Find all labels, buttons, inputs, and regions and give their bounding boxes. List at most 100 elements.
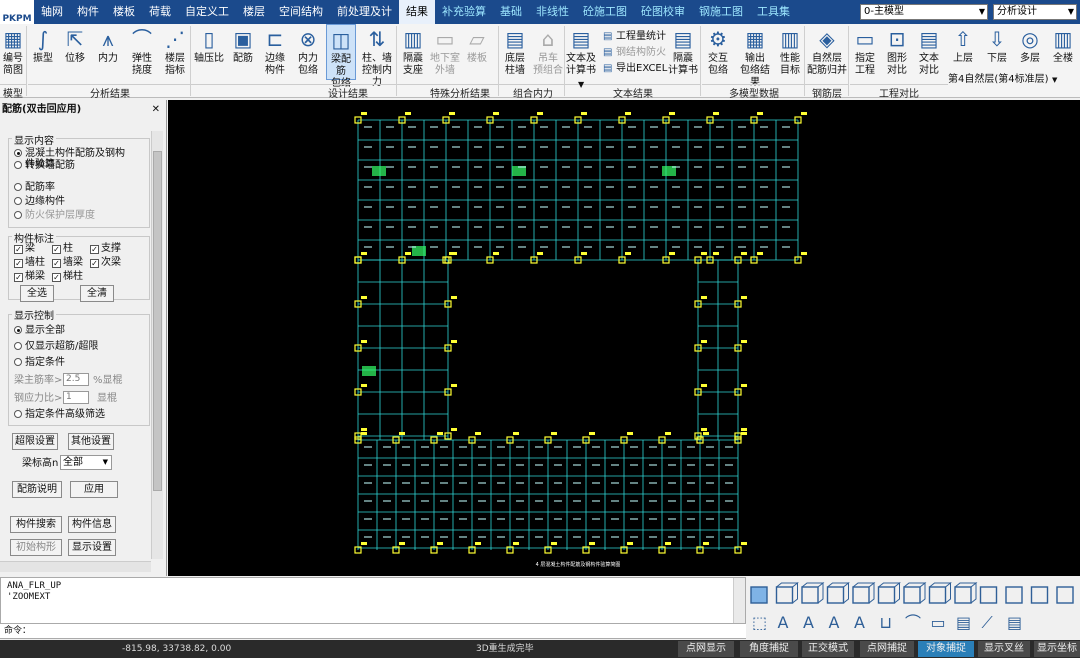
menu-tab[interactable]: 自定义工 [178, 0, 236, 24]
output-envelope-button[interactable]: ▦ 输出 包络结果 [736, 24, 774, 88]
menu-tab[interactable]: 工具集 [750, 0, 797, 24]
floor-slab-button[interactable]: ▱ 楼板 [462, 24, 492, 80]
display-control-option[interactable]: 显示全部 [14, 325, 65, 336]
select-arrow-icon[interactable] [979, 586, 998, 604]
beam-envelope-button[interactable]: ◫ 梁配筋 包络 [326, 24, 356, 89]
iso-view-icon[interactable] [826, 581, 850, 604]
rebar-note-button[interactable]: 配筋说明 [12, 481, 62, 498]
display-content-option[interactable]: 边缘构件 [14, 196, 65, 207]
display-content-option[interactable]: 防火保护层厚度 [14, 210, 95, 221]
basement-wall-button[interactable]: ▭ 地下室 外墙 [430, 24, 460, 80]
over-limit-button[interactable]: 超限设置 [12, 433, 58, 450]
status-toggle[interactable]: 对象捕捉 [918, 641, 974, 657]
app-logo[interactable]: PKPM [0, 0, 34, 24]
member-label-checkbox[interactable]: ✓ 墙梁 [52, 257, 83, 268]
member-label-checkbox[interactable]: ✓ 柱 [52, 243, 73, 254]
floor-select[interactable]: 第4自然层(第4标准层) ▼ [948, 73, 1060, 87]
vibration-button[interactable]: ∫ 振型 [28, 24, 58, 80]
specify-project-button[interactable]: ▭ 指定 工程 [850, 24, 880, 80]
vertical-scrollbar[interactable] [151, 131, 163, 559]
delete-select-icon[interactable] [1005, 586, 1023, 604]
crane-combination-button[interactable]: ⌂ 吊车 预组合 [532, 24, 564, 80]
edge-member-button[interactable]: ⊏ 边缘 构件 [260, 24, 290, 80]
menu-tab[interactable]: 钢施工图 [692, 0, 750, 24]
displacement-button[interactable]: ⇱ 位移 [60, 24, 90, 80]
horizontal-scrollbar[interactable] [0, 561, 151, 572]
menu-tab[interactable]: 非线性 [529, 0, 576, 24]
status-toggle[interactable]: 点网显示 [678, 641, 734, 657]
elastic-deflection-button[interactable]: ⌒ 弹性 挠度 [126, 24, 158, 80]
isolation-calc-button[interactable]: ▤ 隔震 计算书 [668, 24, 698, 80]
status-toggle[interactable]: 显示叉丝 [978, 641, 1030, 657]
quantity-stats-button[interactable]: 工程量统计 ▤ [603, 30, 666, 44]
floor-index-button[interactable]: ⋰ 楼层 指标 [160, 24, 190, 80]
front-view-icon[interactable] [775, 581, 799, 604]
lower-floor-button[interactable]: ⇩ 下层 [982, 24, 1012, 80]
menu-tab[interactable]: 楼板 [106, 0, 142, 24]
text-add-icon[interactable]: A [778, 613, 789, 632]
display-content-option[interactable]: 转换墙配筋 [14, 160, 75, 171]
box-view-icon[interactable] [801, 581, 825, 604]
drawing-canvas[interactable]: 4 层混凝土构件配筋及钢构件验算简图 [168, 100, 1080, 576]
menu-tab[interactable]: 荷载 [142, 0, 178, 24]
performance-target-button[interactable]: ▥ 性能 目标 [776, 24, 804, 80]
menu-tab[interactable]: 基础 [493, 0, 529, 24]
initial-shape-button[interactable]: 初始构形 [10, 539, 62, 556]
isolation-support-button[interactable]: ▥ 隔震 支座 [398, 24, 428, 80]
column-wall-control-button[interactable]: ⇅ 柱、墙 控制内力 [358, 24, 396, 88]
menu-tab[interactable]: 楼层 [236, 0, 272, 24]
solid-view-icon[interactable] [852, 581, 876, 604]
member-label-checkbox[interactable]: ✓ 次梁 [90, 257, 121, 268]
member-info-button[interactable]: 构件信息 [68, 516, 116, 533]
text-calc-button[interactable]: ▤ 文本及 计算书 [566, 24, 596, 80]
display-control-option[interactable]: 指定条件 [14, 357, 65, 368]
close-icon[interactable]: ✕ [152, 100, 160, 120]
text-move-icon[interactable]: A [854, 613, 865, 632]
menu-tab[interactable]: 空间结构 [272, 0, 330, 24]
multi-floor-button[interactable]: ◎ 多层 [1014, 24, 1046, 80]
display-control-option[interactable]: 指定条件高级筛选 [14, 409, 105, 420]
steel-fireproof-button[interactable]: 钢结构防火 ▤ [603, 46, 666, 60]
display-settings-button[interactable]: 显示设置 [68, 539, 116, 556]
force-envelope-button[interactable]: ⊗ 内力 包络 [292, 24, 324, 80]
menu-tab[interactable]: 结果 [399, 0, 435, 24]
layer-icon[interactable]: ⬚ [752, 613, 767, 632]
scrollbar-thumb[interactable] [153, 151, 162, 491]
zoom-extent-icon[interactable] [928, 581, 952, 604]
upper-floor-button[interactable]: ⇧ 上层 [948, 24, 978, 80]
model-select[interactable]: 0-主模型 ▼ [860, 4, 988, 20]
dropdown-arrow-icon[interactable]: ▼ [578, 80, 584, 89]
menu-tab[interactable]: 构件 [70, 0, 106, 24]
rotate-view-icon[interactable] [1056, 586, 1074, 604]
axial-ratio-button[interactable]: ▯ 轴压比 [192, 24, 226, 80]
measure-icon[interactable]: ⟋ [982, 613, 994, 632]
plane-view-icon[interactable] [750, 586, 768, 604]
beam-ratio-input[interactable]: 2.5 [63, 373, 89, 386]
status-toggle[interactable]: 正交模式 [802, 641, 854, 657]
numbering-button[interactable]: ▦ 编号 简图 [0, 24, 26, 80]
cube-3d-icon[interactable] [1030, 586, 1049, 604]
cube-icon[interactable] [877, 581, 901, 604]
print-icon[interactable]: ▤ [956, 613, 971, 632]
menu-tab[interactable]: 补充验算 [435, 0, 493, 24]
beam-height-select[interactable]: 全部 ▼ [60, 455, 112, 470]
menu-tab[interactable]: 砼图校审 [634, 0, 692, 24]
other-settings-button[interactable]: 其他设置 [68, 433, 114, 450]
select-all-button[interactable]: 全选 [20, 285, 54, 302]
dimension-arc-icon[interactable]: ⌒ [905, 613, 921, 632]
natural-floor-rebar-button[interactable]: ◈ 自然层 配筋归并 [806, 24, 848, 80]
member-search-button[interactable]: 构件搜索 [10, 516, 62, 533]
status-toggle[interactable]: 角度捕捉 [740, 641, 798, 657]
all-floors-button[interactable]: ▥ 全楼 [1048, 24, 1078, 80]
menu-tab[interactable]: 轴网 [34, 0, 70, 24]
bottom-column-wall-button[interactable]: ▤ 底层 柱墙 [500, 24, 530, 80]
display-control-option[interactable]: 仅显示超筋/超限 [14, 341, 98, 352]
text-minus-icon[interactable]: A [803, 613, 814, 632]
member-label-checkbox[interactable]: ✓ 梯柱 [52, 271, 83, 282]
menu-tab[interactable]: 前处理及计 [330, 0, 399, 24]
dwg-icon[interactable]: ▭ [931, 613, 946, 632]
graphic-compare-button[interactable]: ⊡ 图形 对比 [882, 24, 912, 80]
member-label-checkbox[interactable]: ✓ 梁 [14, 243, 35, 254]
display-content-option[interactable]: 配筋率 [14, 182, 55, 193]
command-input[interactable]: 命令： [0, 623, 746, 638]
